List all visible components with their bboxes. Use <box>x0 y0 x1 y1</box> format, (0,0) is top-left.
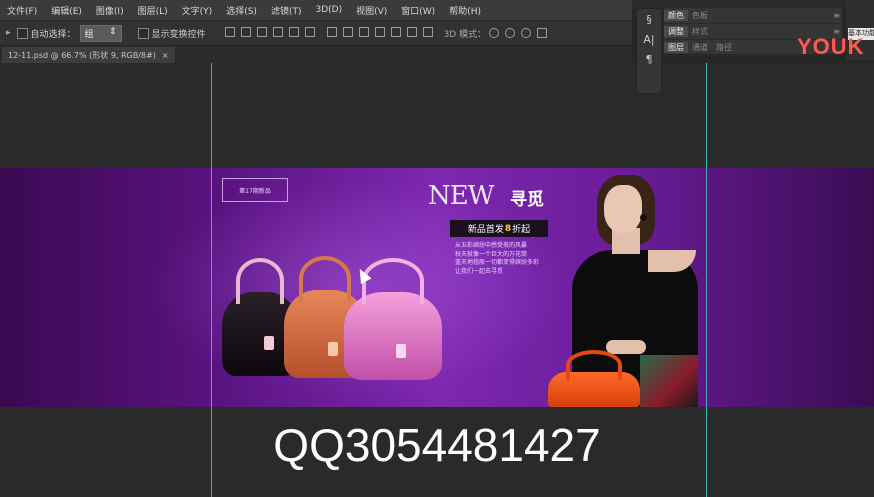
bag-handle <box>361 258 425 304</box>
dropdown-arrow-icon: ⇕ <box>109 26 117 37</box>
tab-color[interactable]: 颜色 <box>664 10 688 21</box>
model-face <box>604 185 642 233</box>
rotate-3d-icon[interactable] <box>489 28 500 38</box>
paragraph-icon[interactable]: ¶ <box>637 49 661 69</box>
tab-paths[interactable]: 路径 <box>712 42 736 53</box>
bag-tag <box>396 344 406 358</box>
promo-badge: 新品首发 8 折起 <box>450 220 548 237</box>
tool-preset-chevron-icon[interactable]: ▸ <box>6 28 11 38</box>
bag-tag <box>264 336 274 350</box>
bag-handle <box>298 256 352 302</box>
headline-en: NEW <box>428 181 494 211</box>
pink-handbag <box>344 258 442 380</box>
menu-bar: 文件(F) 编辑(E) 图像(I) 图层(L) 文字(Y) 选择(S) 滤镜(T… <box>0 0 632 21</box>
youku-logo: YOUK <box>797 34 865 59</box>
mode-3d-label: 3D 模式： <box>443 29 487 40</box>
auto-select-label: 自动选择： <box>30 29 76 40</box>
tab-channels[interactable]: 通道 <box>688 42 712 53</box>
tab-styles[interactable]: 样式 <box>688 26 712 37</box>
menu-layer[interactable]: 图层(L) <box>131 4 175 17</box>
panel-row-color: 颜色 色板 ≡ <box>664 8 842 24</box>
character-icon[interactable]: A| <box>637 29 661 49</box>
character-paragraph-icon[interactable]: § <box>637 9 661 29</box>
align-right-icon[interactable] <box>304 26 315 37</box>
document-tab-bar: 12-11.psd @ 66.7% (形状 9, RGB/8#) × <box>0 46 632 63</box>
menu-help[interactable]: 帮助(H) <box>442 4 488 17</box>
desc-line: 从五彩缤纷中感受美的风暴 <box>455 242 528 249</box>
desc-line: 蓝天地毯般一切都变得缤纷多彩 <box>455 259 540 266</box>
bag-handle <box>235 258 285 304</box>
promo-suffix: 折起 <box>512 225 531 235</box>
distribute-hcenter-icon[interactable] <box>390 26 401 37</box>
menu-3d[interactable]: 3D(D) <box>308 5 349 15</box>
align-top-icon[interactable] <box>224 26 235 37</box>
promo-prefix: 新品首发 <box>467 225 504 235</box>
panel-menu-icon[interactable]: ≡ <box>833 11 840 20</box>
model-orange-bag <box>548 350 640 407</box>
show-transform-label: 显示变换控件 <box>151 29 206 40</box>
auto-select-checkbox[interactable] <box>16 27 28 39</box>
desc-line: 让我们一起去寻觅 <box>455 267 504 275</box>
model-skirt <box>640 355 698 407</box>
align-vcenter-icon[interactable] <box>240 26 251 37</box>
pan-3d-icon[interactable] <box>521 28 532 38</box>
headline-cn: 寻觅 <box>510 190 544 210</box>
slide-3d-icon[interactable] <box>537 28 548 38</box>
tab-layers[interactable]: 图层 <box>664 42 688 53</box>
auto-select-dropdown[interactable]: 组 ⇕ <box>79 24 122 42</box>
tab-swatches[interactable]: 色板 <box>688 10 712 21</box>
align-bottom-icon[interactable] <box>256 26 267 37</box>
menu-type[interactable]: 文字(Y) <box>175 4 220 17</box>
promo-number: 8 <box>504 223 512 234</box>
panel-top-strip <box>632 0 846 8</box>
options-bar: ▸ 自动选择： 组 ⇕ 显示变换控件 3D 模式： <box>0 21 632 46</box>
auto-align-icon[interactable] <box>422 26 433 37</box>
distribute-bottom-icon[interactable] <box>358 26 369 37</box>
document-tab-title: 12-11.psd @ 66.7% (形状 9, RGB/8#) <box>8 50 156 60</box>
show-transform-checkbox[interactable] <box>137 27 149 39</box>
menu-image[interactable]: 图像(I) <box>89 4 131 17</box>
brand-badge: 第17期新品 <box>222 178 288 202</box>
desc-line: 秋天就像一个巨大的万花筒 <box>455 250 528 258</box>
brand-badge-text: 第17期新品 <box>239 187 271 195</box>
menu-view[interactable]: 视图(V) <box>349 4 394 17</box>
distribute-left-icon[interactable] <box>374 26 385 37</box>
bag-tag <box>328 342 338 356</box>
panel-icon-strip: § A| ¶ <box>636 8 662 94</box>
menu-filter[interactable]: 滤镜(T) <box>264 4 309 17</box>
watermark-text: QQ3054481427 <box>273 419 601 471</box>
distribute-right-icon[interactable] <box>406 26 417 37</box>
align-icons <box>222 26 318 40</box>
distribute-vcenter-icon[interactable] <box>342 26 353 37</box>
promo-description: 从五彩缤纷中感受美的风暴 秋天就像一个巨大的万花筒 蓝天地毯般一切都变得缤纷多彩… <box>455 242 555 276</box>
menu-file[interactable]: 文件(F) <box>0 4 44 17</box>
menu-edit[interactable]: 编辑(E) <box>44 4 89 17</box>
model-earring <box>640 214 647 221</box>
menu-select[interactable]: 选择(S) <box>219 4 264 17</box>
distribute-icons <box>324 26 436 40</box>
roll-3d-icon[interactable] <box>505 28 516 38</box>
distribute-top-icon[interactable] <box>326 26 337 37</box>
align-hcenter-icon[interactable] <box>288 26 299 37</box>
model-arm <box>606 340 646 354</box>
close-icon[interactable]: × <box>162 51 169 60</box>
tab-adjustments[interactable]: 调整 <box>664 26 688 37</box>
bag-handle <box>566 350 622 380</box>
auto-select-value: 组 <box>84 29 94 40</box>
menu-window[interactable]: 窗口(W) <box>394 4 442 17</box>
document-tab[interactable]: 12-11.psd @ 66.7% (形状 9, RGB/8#) × <box>2 47 175 63</box>
align-left-icon[interactable] <box>272 26 283 37</box>
